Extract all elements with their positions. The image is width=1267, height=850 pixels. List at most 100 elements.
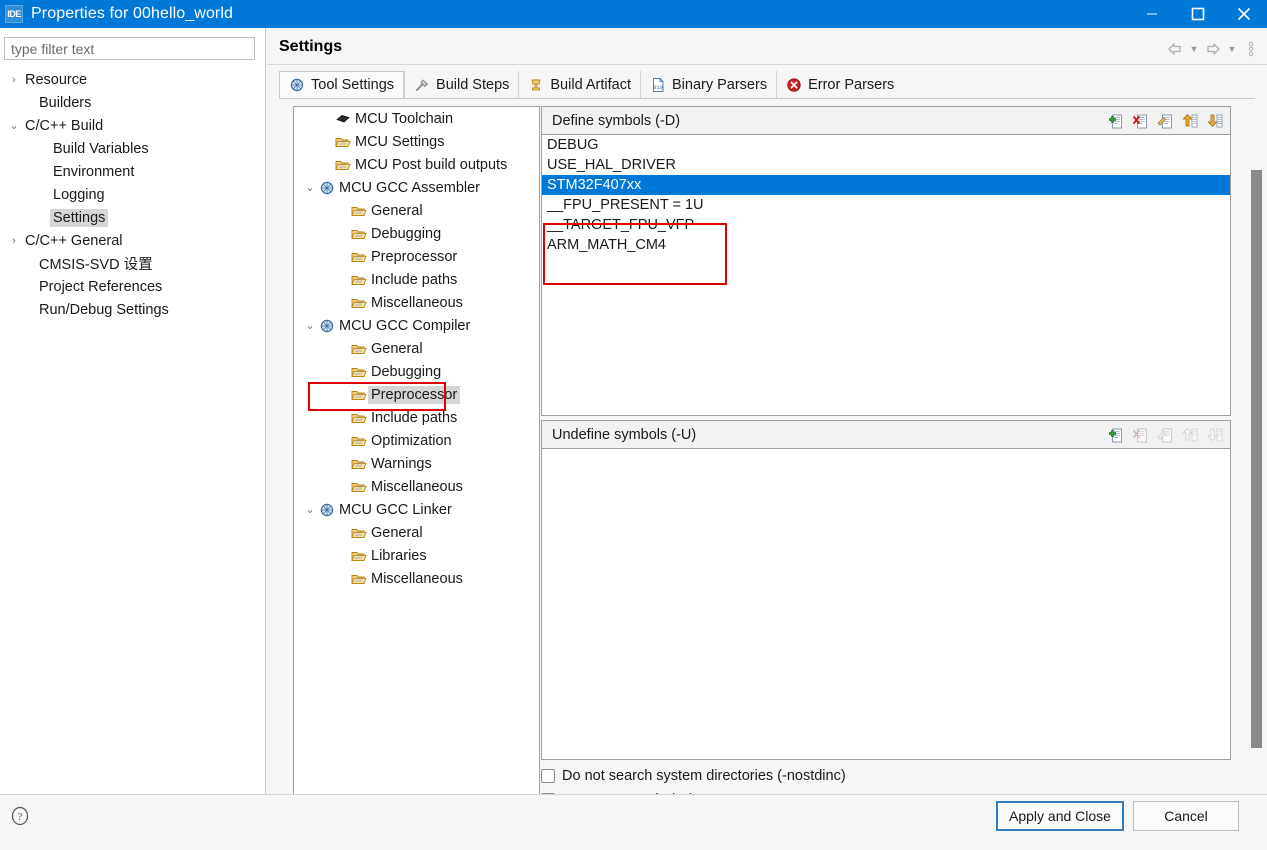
tool-tree-item-label: MCU GCC Compiler — [339, 317, 471, 334]
define-symbol-row[interactable]: ARM_MATH_CM4 — [542, 235, 1230, 255]
back-arrow-icon[interactable] — [1165, 40, 1185, 58]
tool-tree-item-libraries[interactable]: Libraries — [294, 544, 539, 567]
sidebar-item-project-references[interactable]: Project References — [0, 275, 266, 298]
tool-tree-item-label: Libraries — [371, 547, 427, 564]
chevron-down-icon[interactable]: ⌄ — [6, 119, 22, 132]
scrollbar-thumb[interactable] — [1251, 170, 1262, 748]
undefine-symbols-add-icon[interactable] — [1103, 424, 1125, 445]
tool-tree-item-include-paths[interactable]: Include paths — [294, 268, 539, 291]
header-navigation: ▼ ▼ — [1165, 40, 1261, 58]
tab-label: Error Parsers — [808, 77, 895, 93]
tool-tree-item-label: Miscellaneous — [371, 294, 463, 311]
tool-tree-item-label: General — [371, 340, 423, 357]
tool-tree-item-optimization[interactable]: Optimization — [294, 429, 539, 452]
tool-tree-item-debugging[interactable]: Debugging — [294, 222, 539, 245]
sidebar-item-resource[interactable]: › Resource — [0, 68, 266, 91]
chevron-right-icon[interactable]: › — [6, 74, 22, 86]
undefine-symbols-edit-icon — [1153, 424, 1175, 445]
vertical-dots-menu-icon[interactable] — [1241, 40, 1261, 58]
tab-build-artifact[interactable]: Build Artifact — [518, 71, 640, 99]
tool-tree-item-miscellaneous[interactable]: Miscellaneous — [294, 475, 539, 498]
sidebar-item-environment[interactable]: Environment — [0, 160, 266, 183]
tab-error-parsers[interactable]: Error Parsers — [776, 71, 903, 99]
cancel-button[interactable]: Cancel — [1133, 801, 1239, 831]
chevron-down-icon[interactable]: ⌄ — [302, 503, 318, 516]
chevron-right-icon[interactable]: › — [6, 235, 22, 247]
tab-binary-parsers[interactable]: 010 Binary Parsers — [639, 71, 776, 99]
define-symbols-delete-icon[interactable] — [1128, 110, 1150, 131]
folder-icon — [350, 549, 368, 563]
tool-tree-item-mcu-post-build-outputs[interactable]: MCU Post build outputs — [294, 153, 539, 176]
maximize-icon[interactable] — [1175, 0, 1221, 28]
tool-tree-item-preprocessor[interactable]: Preprocessor — [294, 245, 539, 268]
tool-tree-item-debugging[interactable]: Debugging — [294, 360, 539, 383]
sidebar-item-label: C/C++ General — [25, 232, 123, 249]
chevron-down-icon[interactable]: ⌄ — [302, 319, 318, 332]
settings-scrollbar[interactable] — [1249, 106, 1264, 811]
forward-arrow-icon[interactable] — [1203, 40, 1223, 58]
tool-tree-item-warnings[interactable]: Warnings — [294, 452, 539, 475]
help-icon[interactable]: ? — [10, 806, 30, 829]
close-icon[interactable] — [1221, 0, 1267, 28]
search-input[interactable] — [4, 37, 255, 60]
undefine-symbols-title: Undefine symbols (-U) — [552, 426, 697, 443]
chevron-down-icon[interactable]: ⌄ — [302, 181, 318, 194]
sidebar-item-label: Builders — [39, 94, 92, 111]
undefine-symbols-list[interactable] — [541, 448, 1231, 760]
tool-tree-item-label: Preprocessor — [371, 248, 458, 265]
tool-tree-item-general[interactable]: General — [294, 199, 539, 222]
undefine-symbols-delete-icon — [1128, 424, 1150, 445]
sidebar-item-run-debug-settings[interactable]: Run/Debug Settings — [0, 298, 266, 321]
sidebar-item-label: Logging — [53, 186, 105, 203]
tool-tree-item-include-paths[interactable]: Include paths — [294, 406, 539, 429]
folder-icon — [350, 411, 368, 425]
tool-tree-item-general[interactable]: General — [294, 521, 539, 544]
tool-tree-item-general[interactable]: General — [294, 337, 539, 360]
sidebar-item-settings[interactable]: Settings — [0, 206, 266, 229]
tool-tree-item-miscellaneous[interactable]: Miscellaneous — [294, 567, 539, 590]
folder-icon — [350, 365, 368, 379]
define-symbols-list[interactable]: DEBUG USE_HAL_DRIVER STM32F407xx __FPU_PRES… — [541, 134, 1231, 416]
checkbox-nostdinc[interactable] — [541, 769, 555, 783]
apply-and-close-button[interactable]: Apply and Close — [996, 801, 1124, 831]
tool-tree-item-mcu-gcc-compiler[interactable]: ⌄ MCU GCC Compiler — [294, 314, 539, 337]
tab-build-steps[interactable]: Build Steps — [404, 71, 518, 99]
tool-tree-item-mcu-settings[interactable]: MCU Settings — [294, 130, 539, 153]
define-symbols-add-icon[interactable] — [1103, 110, 1125, 131]
define-symbols-move-down-icon[interactable] — [1203, 110, 1225, 131]
sidebar-item-builders[interactable]: Builders — [0, 91, 266, 114]
tool-tree-item-mcu-gcc-assembler[interactable]: ⌄ MCU GCC Assembler — [294, 176, 539, 199]
define-symbol-row[interactable]: __FPU_PRESENT = 1U — [542, 195, 1230, 215]
define-symbol-row[interactable]: DEBUG — [542, 135, 1230, 155]
define-symbols-move-up-icon[interactable] — [1178, 110, 1200, 131]
sidebar-item-c-c-general[interactable]: › C/C++ General — [0, 229, 266, 252]
folder-icon — [350, 204, 368, 218]
checkbox-row[interactable]: Do not search system directories (-nostd… — [541, 764, 846, 788]
define-symbol-row[interactable]: USE_HAL_DRIVER — [542, 155, 1230, 175]
tool-tree-item-mcu-gcc-linker[interactable]: ⌄ MCU GCC Linker — [294, 498, 539, 521]
define-symbol-row[interactable]: __TARGET_FPU_VFP — [542, 215, 1230, 235]
sidebar-item-c-c-build[interactable]: ⌄ C/C++ Build — [0, 114, 266, 137]
define-symbols-edit-icon[interactable] — [1153, 110, 1175, 131]
tab-label: Binary Parsers — [671, 77, 768, 93]
page-title: Settings — [279, 38, 343, 55]
back-chevron-down-icon[interactable]: ▼ — [1188, 40, 1200, 58]
window-controls — [1129, 0, 1267, 28]
folder-icon — [350, 296, 368, 310]
sidebar-item-logging[interactable]: Logging — [0, 183, 266, 206]
define-symbol-row[interactable]: STM32F407xx — [542, 175, 1230, 195]
forward-chevron-down-icon[interactable]: ▼ — [1226, 40, 1238, 58]
sidebar-item-build-variables[interactable]: Build Variables — [0, 137, 266, 160]
tool-tree-item-mcu-toolchain[interactable]: MCU Toolchain — [294, 107, 539, 130]
define-symbols-header: Define symbols (-D) — [541, 106, 1231, 134]
define-symbol-text: USE_HAL_DRIVER — [547, 157, 676, 173]
tab-tool-settings[interactable]: Tool Settings — [279, 71, 405, 99]
binary-parsers-icon: 010 — [650, 77, 666, 93]
gear-globe-icon — [318, 502, 336, 518]
tool-tree-item-preprocessor[interactable]: Preprocessor — [294, 382, 539, 411]
minimize-icon[interactable] — [1129, 0, 1175, 28]
tool-tree-item-label: MCU Toolchain — [355, 110, 454, 127]
tool-tree-item-miscellaneous[interactable]: Miscellaneous — [294, 291, 539, 314]
window-title: Properties for 00hello_world — [31, 5, 234, 22]
sidebar-item-cmsis-svd[interactable]: CMSIS-SVD 设置 — [0, 252, 266, 275]
